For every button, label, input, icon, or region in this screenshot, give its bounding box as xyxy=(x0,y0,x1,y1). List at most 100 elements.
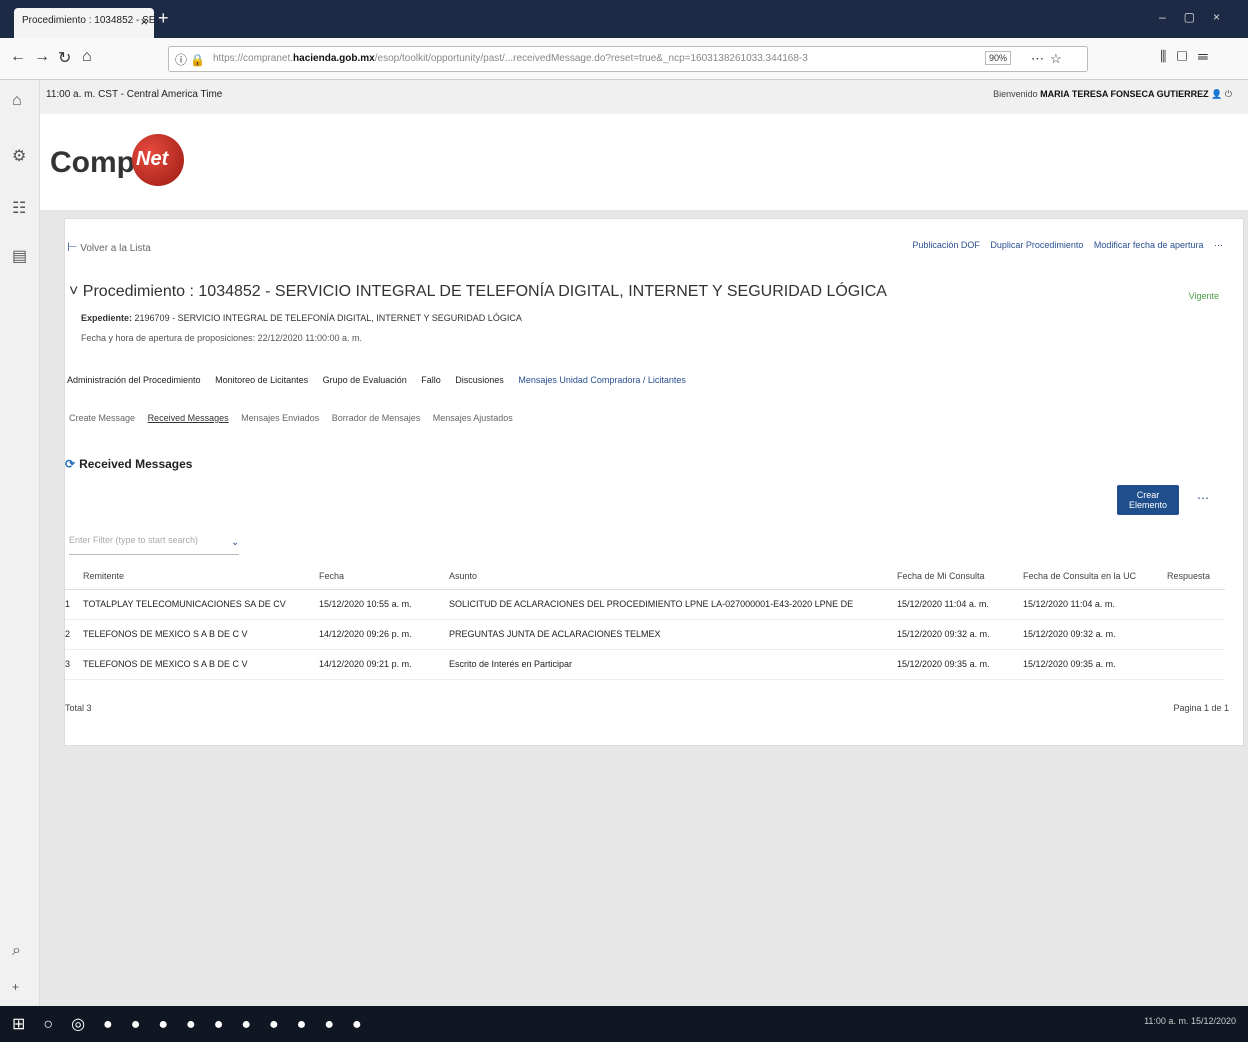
subtab-mensajes-enviados[interactable]: Mensajes Enviados xyxy=(241,413,319,423)
tab-mensajes[interactable]: Mensajes Unidad Compradora / Licitantes xyxy=(518,375,686,385)
cell-mi-consulta: 15/12/2020 11:04 a. m. xyxy=(897,589,1023,620)
chevron-down-icon[interactable]: ⌄ xyxy=(231,537,239,548)
org-icon[interactable]: ☷ xyxy=(12,198,26,218)
row-number: 3 xyxy=(65,649,83,680)
cell-mi-consulta: 15/12/2020 09:32 a. m. xyxy=(897,619,1023,650)
page-area: 11:00 a. m. CST - Central America Time B… xyxy=(40,80,1248,1006)
publicacion-dof-link[interactable]: Publicación DOF xyxy=(912,240,980,250)
cell-remitente[interactable]: TELEFONOS DE MEXICO S A B DE C V xyxy=(83,619,319,650)
cell-remitente[interactable]: TELEFONOS DE MEXICO S A B DE C V xyxy=(83,649,319,680)
home-icon[interactable]: ⌂ xyxy=(82,48,92,66)
reload-icon[interactable]: ↻ xyxy=(58,48,71,68)
create-element-button[interactable]: Crear Elemento xyxy=(1117,485,1179,515)
url-text: https://compranet.hacienda.gob.mx/esop/t… xyxy=(213,53,808,64)
procedure-panel: ⊢ Volver a la Lista Publicación DOF Dupl… xyxy=(64,218,1244,746)
current-time: 11:00 a. m. CST - Central America Time xyxy=(46,89,223,100)
toolbar-library-icon[interactable]: ⫼▢☰ xyxy=(1160,48,1218,65)
sub-tabs: Create Message Received Messages Mensaje… xyxy=(69,413,523,423)
cell-mi-consulta: 15/12/2020 09:35 a. m. xyxy=(897,649,1023,680)
cell-respuesta xyxy=(1167,589,1225,620)
cell-consulta-uc: 15/12/2020 11:04 a. m. xyxy=(1023,589,1167,620)
tools-icon[interactable]: ⚙ xyxy=(12,146,26,166)
forward-icon[interactable]: → xyxy=(34,48,50,66)
section-title: ⟳ Received Messages xyxy=(65,457,193,471)
back-to-list-link[interactable]: ⊢ Volver a la Lista xyxy=(67,240,151,254)
modificar-fecha-link[interactable]: Modificar fecha de apertura xyxy=(1094,240,1204,250)
sidebar-rail: ⌂ ⚙ ☷ ▤ ⌕ + xyxy=(0,80,40,1006)
cell-consulta-uc: 15/12/2020 09:35 a. m. xyxy=(1023,649,1167,680)
tab-title: Procedimiento : 1034852 - SEF xyxy=(22,15,154,26)
bookmark-star-icon[interactable]: ⋯☆ xyxy=(1031,51,1068,67)
search-icon[interactable]: ⌕ xyxy=(12,942,21,960)
user-name: MARIA TERESA FONSECA GUTIERREZ xyxy=(1040,89,1209,99)
status-badge: Vigente xyxy=(1188,291,1219,301)
cell-fecha: 14/12/2020 09:26 p. m. xyxy=(319,619,449,650)
close-icon[interactable]: × xyxy=(140,14,148,29)
url-bar[interactable]: ⓘ 🔒 https://compranet.hacienda.gob.mx/es… xyxy=(168,46,1088,72)
subtab-received-messages[interactable]: Received Messages xyxy=(148,413,229,423)
procedure-title: ˅ Procedimiento : 1034852 - SERVICIO INT… xyxy=(69,283,887,300)
new-tab-icon[interactable]: + xyxy=(158,8,169,29)
row-number: 2 xyxy=(65,619,83,650)
cell-asunto[interactable]: SOLICITUD DE ACLARACIONES DEL PROCEDIMIE… xyxy=(449,589,897,620)
cell-asunto[interactable]: Escrito de Interés en Participar xyxy=(449,649,897,680)
refresh-icon: ⟳ xyxy=(65,457,76,471)
duplicar-procedimiento-link[interactable]: Duplicar Procedimiento xyxy=(990,240,1083,250)
browser-tab[interactable]: Procedimiento : 1034852 - SEF × xyxy=(14,8,154,38)
table-row[interactable]: 2 TELEFONOS DE MEXICO S A B DE C V 14/12… xyxy=(65,619,1225,650)
filter-input[interactable] xyxy=(69,535,219,545)
top-strip: 11:00 a. m. CST - Central America Time B… xyxy=(40,80,1248,114)
lock-icon: ⓘ 🔒 xyxy=(175,53,206,67)
col-fecha[interactable]: Fecha xyxy=(319,563,449,590)
total-count: Total 3 xyxy=(65,703,92,713)
taskbar-clock[interactable]: 11:00 a. m. 15/12/2020 xyxy=(1144,1016,1236,1026)
welcome-text: Bienvenido MARIA TERESA FONSECA GUTIERRE… xyxy=(993,89,1232,99)
messages-table: Remitente Fecha Asunto Fecha de Mi Consu… xyxy=(65,563,1225,680)
cell-fecha: 15/12/2020 10:55 a. m. xyxy=(319,589,449,620)
logo-area: Compra Net xyxy=(40,114,1248,210)
more-options-icon[interactable]: ⋯ xyxy=(1214,240,1223,250)
subtab-create-message[interactable]: Create Message xyxy=(69,413,135,423)
table-row[interactable]: 1 TOTALPLAY TELECOMUNICACIONES SA DE CV … xyxy=(65,589,1225,620)
row-number: 1 xyxy=(65,589,83,620)
tab-administracion[interactable]: Administración del Procedimiento xyxy=(67,375,201,385)
pager: Pagina 1 de 1 xyxy=(1173,703,1229,713)
subtab-borrador[interactable]: Borrador de Mensajes xyxy=(332,413,421,423)
col-remitente[interactable]: Remitente xyxy=(83,563,319,590)
cell-respuesta xyxy=(1167,619,1225,650)
tab-grupo-evaluacion[interactable]: Grupo de Evaluación xyxy=(323,375,407,385)
window-controls[interactable]: –▢× xyxy=(1159,10,1238,24)
col-fecha-consulta-uc[interactable]: Fecha de Consulta en la UC xyxy=(1023,563,1167,590)
table-header-row: Remitente Fecha Asunto Fecha de Mi Consu… xyxy=(65,563,1225,590)
more-options-icon[interactable]: ⋯ xyxy=(1197,491,1209,505)
zoom-level[interactable]: 90% xyxy=(985,51,1012,65)
col-fecha-mi-consulta[interactable]: Fecha de Mi Consulta xyxy=(897,563,1023,590)
home-icon[interactable]: ⌂ xyxy=(12,92,22,110)
subtab-ajustados[interactable]: Mensajes Ajustados xyxy=(433,413,513,423)
logo-net: Net xyxy=(136,148,169,170)
tab-discusiones[interactable]: Discusiones xyxy=(455,375,504,385)
cell-respuesta xyxy=(1167,649,1225,680)
taskbar-icons[interactable]: ⊞○◎●●●●●●●●●● xyxy=(12,1014,380,1034)
cell-fecha: 14/12/2020 09:21 p. m. xyxy=(319,649,449,680)
expediente: Expediente: 2196709 - SERVICIO INTEGRAL … xyxy=(81,313,522,323)
document-icon[interactable]: ▤ xyxy=(12,246,27,266)
taskbar: ⊞○◎●●●●●●●●●● 11:00 a. m. 15/12/2020 xyxy=(0,1006,1248,1042)
fecha-apertura: Fecha y hora de apertura de proposicione… xyxy=(81,333,363,343)
cell-consulta-uc: 15/12/2020 09:32 a. m. xyxy=(1023,619,1167,650)
back-arrow-icon: ⊢ xyxy=(67,240,78,254)
tab-monitoreo[interactable]: Monitoreo de Licitantes xyxy=(215,375,308,385)
action-links: Publicación DOF Duplicar Procedimiento M… xyxy=(904,240,1223,251)
add-icon[interactable]: + xyxy=(12,980,19,994)
tab-fallo[interactable]: Fallo xyxy=(421,375,441,385)
cell-remitente[interactable]: TOTALPLAY TELECOMUNICACIONES SA DE CV xyxy=(83,589,319,620)
table-row[interactable]: 3 TELEFONOS DE MEXICO S A B DE C V 14/12… xyxy=(65,649,1225,680)
col-asunto[interactable]: Asunto xyxy=(449,563,897,590)
browser-titlebar: Procedimiento : 1034852 - SEF × + –▢× xyxy=(0,0,1248,38)
back-icon[interactable]: ← xyxy=(10,48,26,66)
main-tabs: Administración del Procedimiento Monitor… xyxy=(67,375,698,385)
browser-navbar: ← → ↻ ⌂ ⓘ 🔒 https://compranet.hacienda.g… xyxy=(0,38,1248,80)
cell-asunto[interactable]: PREGUNTAS JUNTA DE ACLARACIONES TELMEX xyxy=(449,619,897,650)
filter-field: ⌄ xyxy=(69,535,239,555)
col-respuesta[interactable]: Respuesta xyxy=(1167,563,1225,590)
